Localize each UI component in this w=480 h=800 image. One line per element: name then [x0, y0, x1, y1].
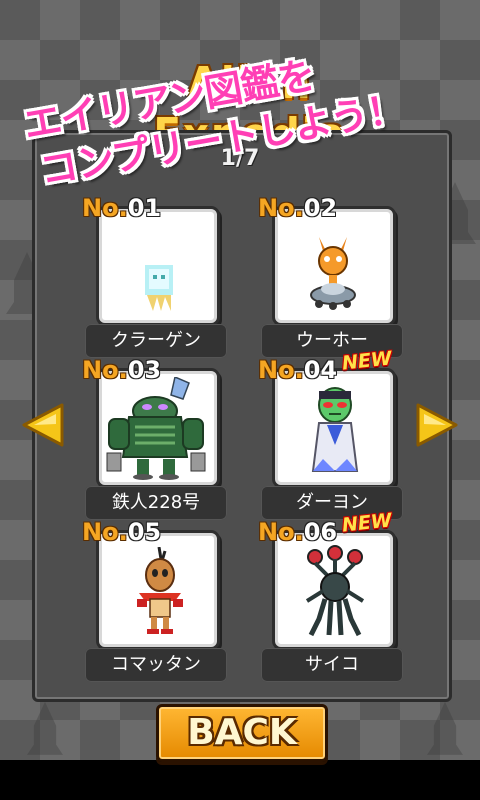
card-frame — [96, 206, 220, 326]
robot-alien-icon — [106, 377, 206, 480]
green-alien-icon — [311, 387, 359, 472]
card-number: No.01 — [82, 194, 162, 222]
card-frame — [96, 368, 220, 488]
card-frame — [272, 530, 396, 650]
card-frame — [272, 368, 396, 488]
rocket-pattern-icon — [427, 701, 463, 755]
alien-card-02[interactable]: No.02 ウーホー — [258, 194, 424, 358]
card-number: No.04 — [258, 356, 338, 384]
card-frame — [96, 530, 220, 650]
card-name: 鉄人228号 — [85, 486, 227, 520]
back-button[interactable]: BACK — [156, 704, 328, 762]
alien-card-05[interactable]: No.05 コマッタン — [82, 518, 248, 682]
alien-card-01[interactable]: No.01 クラーゲン — [82, 194, 248, 358]
alien-card-03[interactable]: No.03 鉄人228号 — [82, 356, 248, 520]
alien-card-06[interactable]: No.06 NEW サイコ — [258, 509, 424, 682]
ufo-alien-icon — [310, 237, 356, 310]
card-frame — [272, 206, 396, 326]
alien-card-04[interactable]: No.04 NEW ダーヨン — [258, 347, 424, 520]
jellyfish-alien-icon — [145, 265, 173, 311]
card-number: No.02 — [258, 194, 338, 222]
card-name: コマッタン — [85, 648, 227, 682]
bottom-bar — [0, 760, 480, 800]
psycho-alien-icon — [305, 545, 365, 637]
card-name: クラーゲン — [85, 324, 227, 358]
rocket-pattern-icon — [27, 701, 63, 755]
arrow-right-icon[interactable] — [414, 402, 460, 448]
card-name: サイコ — [261, 648, 403, 682]
little-alien-icon — [137, 547, 183, 634]
card-number: No.03 — [82, 356, 162, 384]
card-number: No.05 — [82, 518, 162, 546]
arrow-left-icon[interactable] — [20, 402, 66, 448]
card-number: No.06 — [258, 518, 338, 546]
